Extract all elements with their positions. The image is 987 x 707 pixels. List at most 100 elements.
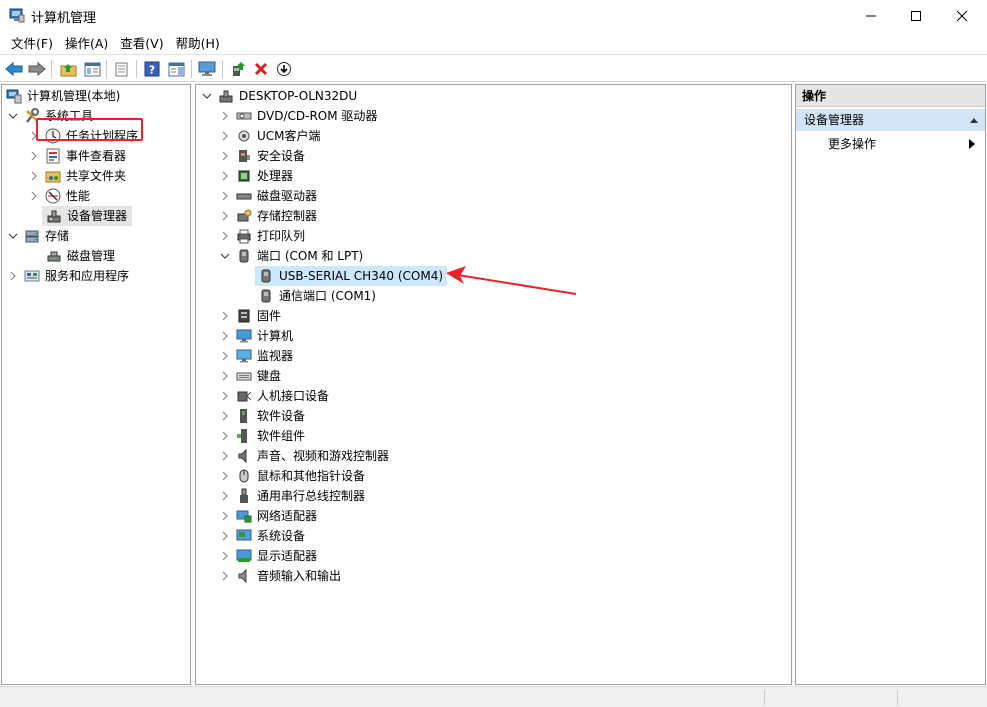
chevron-right-icon[interactable] [220,431,230,441]
hid-icon [236,388,252,404]
tree-item-device-category[interactable]: 声音、视频和游戏控制器 [220,446,389,466]
uninstall-button[interactable] [250,58,272,80]
tree-item-device-category[interactable]: 音频输入和输出 [220,566,341,586]
chevron-right-icon[interactable] [29,191,39,201]
tree-item-device-category[interactable]: 端口 (COM 和 LPT) [220,246,363,266]
forward-button[interactable] [26,58,48,80]
back-icon [5,62,23,76]
more-actions-item[interactable]: 更多操作 [828,134,876,154]
tree-item-device-category[interactable]: 磁盘驱动器 [220,186,317,206]
tree-item-device-category[interactable]: 软件设备 [220,406,305,426]
tree-item-computer-root[interactable]: DESKTOP-OLN32DU [202,86,357,106]
audio-io-icon [236,568,252,584]
chevron-right-icon[interactable] [220,331,230,341]
up-folder-button[interactable] [57,58,79,80]
show-hide-tree-button[interactable] [81,58,103,80]
port-icon [258,288,274,304]
chevron-right-icon[interactable] [29,171,39,181]
action-pane-button[interactable] [165,58,187,80]
tree-item-device-manager[interactable]: 设备管理器 [42,206,132,226]
software-device-icon [236,408,252,424]
chevron-right-icon[interactable] [220,491,230,501]
tree-item-performance[interactable]: 性能 [29,186,90,206]
help-button[interactable]: ? [141,58,163,80]
chevron-right-icon[interactable] [220,411,230,421]
tree-item-storage[interactable]: 存储 [8,226,69,246]
tree-item-event-viewer[interactable]: 事件查看器 [29,146,126,166]
tree-item-device-category[interactable]: 键盘 [220,366,281,386]
chevron-down-icon[interactable] [8,231,18,241]
title-bar: 计算机管理 [0,0,987,31]
chevron-right-icon[interactable] [220,511,230,521]
tree-item-device-category[interactable]: 软件组件 [220,426,305,446]
tree-label: 事件查看器 [66,149,127,163]
chevron-right-icon[interactable] [220,131,230,141]
export-list-button[interactable] [110,58,132,80]
chevron-right-icon[interactable] [220,311,230,321]
tree-item-device-category[interactable]: 鼠标和其他指针设备 [220,466,365,486]
monitor-icon [236,348,252,364]
keyboard-icon [236,368,252,384]
tree-item-device-category[interactable]: 打印队列 [220,226,305,246]
chevron-right-icon[interactable] [220,191,230,201]
device-item-usb-serial-ch340[interactable]: USB-SERIAL CH340 (COM4) [255,266,448,286]
tree-item-shared-folders[interactable]: 共享文件夹 [29,166,126,186]
up-folder-icon [60,63,76,76]
device-category-label: 声音、视频和游戏控制器 [257,449,390,463]
chevron-right-icon[interactable] [8,271,18,281]
chevron-right-icon[interactable] [220,151,230,161]
chevron-right-icon[interactable] [220,231,230,241]
close-button[interactable] [939,0,985,31]
tree-item-device-category[interactable]: 网络适配器 [220,506,317,526]
chevron-right-icon[interactable] [220,171,230,181]
disk-management-icon [46,248,62,264]
annotation-arrow-icon [446,266,577,295]
tree-item-device-category[interactable]: 监视器 [220,346,293,366]
chevron-right-icon[interactable] [220,351,230,361]
tree-item-device-category[interactable]: 通用串行总线控制器 [220,486,365,506]
tree-item-device-category[interactable]: DVD/CD-ROM 驱动器 [220,106,377,126]
tree-item-device-category[interactable]: 固件 [220,306,281,326]
chevron-down-icon[interactable] [202,91,212,101]
update-driver-button[interactable] [227,58,249,80]
menu-action[interactable]: 操作(A) [59,31,114,54]
actions-section-label: 设备管理器 [804,113,865,127]
chevron-right-icon[interactable] [220,551,230,561]
tree-item-root[interactable]: 计算机管理(本地) [6,86,120,106]
chevron-right-icon[interactable] [220,211,230,221]
tree-item-device-category[interactable]: 处理器 [220,166,293,186]
chevron-right-icon[interactable] [220,111,230,121]
tree-item-device-category[interactable]: 系统设备 [220,526,305,546]
device-category-label: 网络适配器 [257,509,318,523]
chevron-right-icon[interactable] [220,391,230,401]
back-button[interactable] [3,58,25,80]
tree-item-device-category[interactable]: 人机接口设备 [220,386,329,406]
collapse-up-icon[interactable] [969,116,979,124]
chevron-right-icon[interactable] [220,531,230,541]
tree-item-device-category[interactable]: 存储控制器 [220,206,317,226]
chevron-right-icon[interactable] [220,571,230,581]
minimize-button[interactable] [848,0,894,31]
tree-item-services-apps[interactable]: 服务和应用程序 [8,266,129,286]
chevron-right-icon[interactable] [220,451,230,461]
chevron-down-icon[interactable] [220,251,230,261]
chevron-right-icon[interactable] [220,371,230,381]
tree-item-device-category[interactable]: 计算机 [220,326,293,346]
menu-view[interactable]: 查看(V) [114,31,169,54]
device-item-com1[interactable]: 通信端口 (COM1) [255,286,376,306]
tree-item-device-category[interactable]: 显示适配器 [220,546,317,566]
menu-file[interactable]: 文件(F) [5,31,59,54]
maximize-button[interactable] [893,0,939,31]
uninstall-icon [254,62,268,76]
chevron-down-icon[interactable] [8,111,18,121]
tree-item-device-category[interactable]: UCM客户端 [220,126,321,146]
chevron-right-icon[interactable] [29,151,39,161]
monitor-button[interactable] [196,58,218,80]
tree-item-device-category[interactable]: 安全设备 [220,146,305,166]
chevron-right-icon[interactable] [220,471,230,481]
tree-label: 共享文件夹 [66,169,127,183]
actions-section-device-manager[interactable]: 设备管理器 [796,109,985,131]
menu-help[interactable]: 帮助(H) [170,31,226,54]
tree-item-disk-management[interactable]: 磁盘管理 [46,246,115,266]
scan-button[interactable] [273,58,295,80]
